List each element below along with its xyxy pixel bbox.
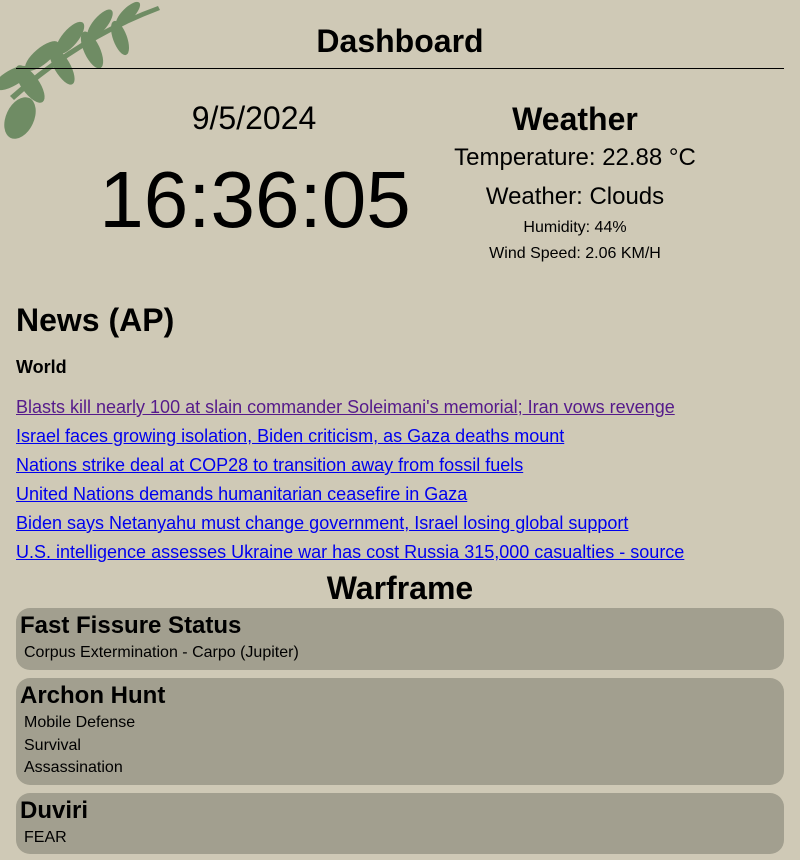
list-item: United Nations demands humanitarian ceas…: [16, 483, 784, 512]
list-item: Corpus Extermination - Carpo (Jupiter): [24, 644, 299, 661]
news-headline-link[interactable]: Biden says Netanyahu must change governm…: [16, 513, 628, 533]
warframe-title: Warframe: [326, 570, 474, 606]
page-title: Dashboard: [316, 23, 484, 59]
fissure-card-title: Fast Fissure Status: [20, 612, 242, 639]
list-item: Blasts kill nearly 100 at slain commande…: [16, 396, 784, 425]
news-headline-link[interactable]: Nations strike deal at COP28 to transiti…: [16, 455, 523, 475]
news-section-heading: World: [16, 357, 67, 377]
list-item: Nations strike deal at COP28 to transiti…: [16, 454, 784, 483]
news-headline-link[interactable]: United Nations demands humanitarian ceas…: [16, 484, 467, 504]
list-item: Israel faces growing isolation, Biden cr…: [16, 425, 784, 454]
weather-condition: Weather: Clouds: [485, 183, 665, 210]
duviri-card-title: Duviri: [20, 797, 89, 824]
duviri-card: Duviri FEAR: [16, 793, 784, 854]
news-headline-link[interactable]: U.S. intelligence assesses Ukraine war h…: [16, 542, 684, 562]
list-item: U.S. intelligence assesses Ukraine war h…: [16, 541, 784, 570]
list-item: Biden says Netanyahu must change governm…: [16, 512, 784, 541]
fissure-list: Corpus Extermination - Carpo (Jupiter): [20, 642, 780, 665]
weather-temperature: Temperature: 22.88 °C: [454, 144, 696, 171]
archon-hunt-card: Archon Hunt Mobile Defense Survival Assa…: [16, 678, 784, 785]
current-date: 9/5/2024: [191, 100, 317, 136]
archon-hunt-list: Mobile Defense Survival Assassination: [20, 712, 780, 780]
list-item: Mobile Defense: [24, 714, 136, 731]
current-time: 16:36:05: [99, 155, 411, 244]
weather-humidity: Humidity: 44%: [523, 219, 627, 236]
list-item: FEAR: [24, 829, 67, 846]
duviri-list: FEAR: [20, 827, 780, 850]
news-headline-list: Blasts kill nearly 100 at slain commande…: [16, 396, 784, 570]
list-item: Survival: [24, 736, 81, 754]
weather-title: Weather: [512, 101, 638, 137]
news-headline-link[interactable]: Israel faces growing isolation, Biden cr…: [16, 426, 564, 446]
weather-wind-speed: Wind Speed: 2.06 KM/H: [489, 245, 661, 262]
fissure-card: Fast Fissure Status Corpus Extermination…: [16, 608, 784, 670]
archon-hunt-card-title: Archon Hunt: [20, 682, 166, 709]
header-divider: [16, 68, 784, 69]
list-item: Assassination: [24, 759, 123, 776]
news-title: News (AP): [16, 302, 175, 338]
weather-panel: Weather Temperature: 22.88 °C Weather: C…: [430, 98, 720, 264]
news-headline-link[interactable]: Blasts kill nearly 100 at slain commande…: [16, 397, 675, 417]
